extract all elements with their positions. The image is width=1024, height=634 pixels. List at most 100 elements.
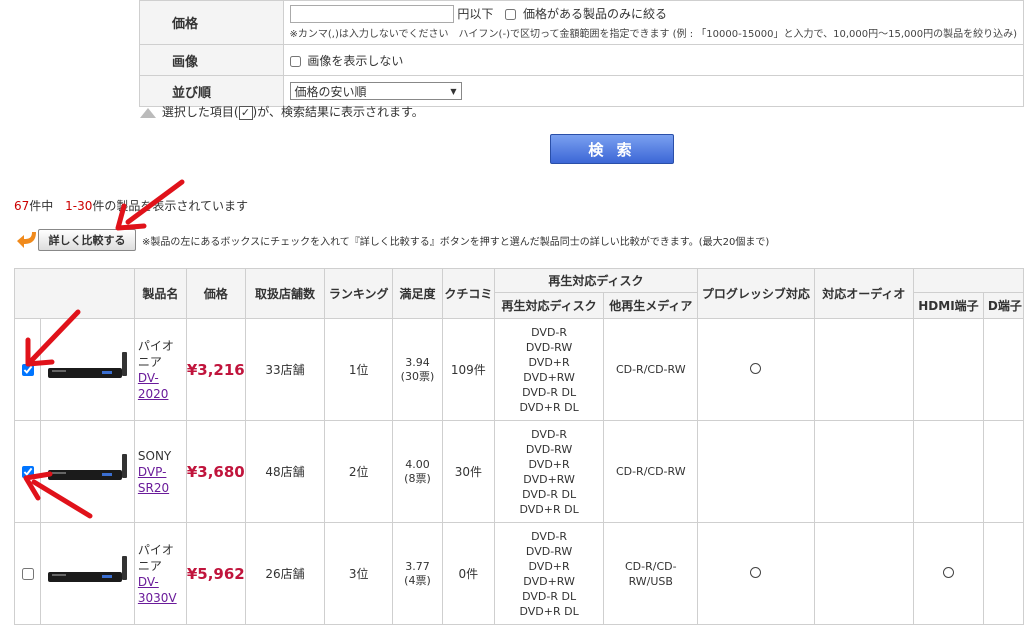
disc-item: DVD+RW	[523, 472, 575, 486]
col-name[interactable]: 製品名	[133, 268, 187, 319]
disc-item: DVD-R	[531, 529, 568, 543]
product-shops: 48店舗	[244, 420, 326, 523]
hdmi-cell	[913, 522, 984, 625]
satisfaction-score: 3.94	[405, 355, 430, 369]
disc-item: DVD+RW	[523, 574, 575, 588]
up-arrow-icon	[140, 107, 156, 118]
disc-item: DVD-R	[531, 325, 568, 339]
table-row: SONY DVP-SR20 ¥3,680 48店舗 2位 4.00 (8票) 3…	[14, 420, 1024, 523]
satisfaction-votes: (8票)	[404, 471, 431, 485]
audio-cell	[813, 522, 915, 625]
disc-item: DVD+R	[528, 457, 570, 471]
product-reviews: 109件	[441, 318, 495, 421]
disc-item: DVD-R DL	[522, 487, 577, 501]
sort-selected: 価格の安い順	[294, 84, 367, 99]
product-table: 製品名 価格 取扱店舗数 ランキング 満足度 クチコミ 再生対応ディスク プログ…	[14, 268, 1024, 625]
product-maker: パイオニア	[137, 338, 174, 369]
product-image[interactable]	[46, 452, 128, 488]
col-hdmi[interactable]: HDMI端子	[913, 292, 984, 319]
disc-item: DVD+R DL	[519, 604, 579, 618]
disc-item: DVD+R DL	[519, 502, 579, 516]
col-audio[interactable]: 対応オーディオ	[813, 268, 915, 319]
satisfaction-votes: (30票)	[400, 369, 435, 383]
range-count: 1-30	[65, 199, 93, 213]
product-rows: パイオニア DV-2020 ¥3,216 33店舗 1位 3.94 (30票) …	[14, 318, 1024, 625]
circle-icon	[942, 566, 954, 578]
disc-item: DVD+RW	[523, 370, 575, 384]
sort-select[interactable]: 価格の安い順 ▼	[289, 82, 462, 100]
disc-item: DVD-RW	[525, 442, 573, 456]
disc-item: DVD+R	[528, 559, 570, 573]
image-label: 画像	[139, 44, 284, 76]
hide-image-checkbox[interactable]	[289, 55, 301, 67]
product-shops: 26店舗	[244, 522, 326, 625]
product-maker: SONY	[137, 448, 172, 463]
check-icon: ✓	[238, 105, 253, 120]
audio-cell	[813, 318, 915, 421]
product-image[interactable]	[46, 554, 128, 590]
col-ranking[interactable]: ランキング	[324, 268, 394, 319]
product-image[interactable]	[46, 350, 128, 386]
col-shops[interactable]: 取扱店舗数	[244, 268, 326, 319]
result-count: 67件中 1-30件の製品を表示されています	[14, 197, 248, 214]
disc-item: DVD-RW	[525, 340, 573, 354]
product-price: ¥3,680	[185, 420, 246, 523]
disc-item: DVD-R	[531, 427, 568, 441]
other-media: CD-R/CD-RW	[603, 420, 699, 523]
product-model-link[interactable]: DV-3030V	[138, 575, 177, 605]
satisfaction-score: 4.00	[405, 457, 430, 471]
product-select-checkbox[interactable]	[21, 567, 34, 580]
total-count: 67	[14, 199, 30, 213]
disc-item: DVD-RW	[525, 544, 573, 558]
product-maker: パイオニア	[137, 542, 174, 573]
hdmi-cell	[913, 420, 984, 523]
product-model-link[interactable]: DV-2020	[138, 371, 169, 401]
col-progressive[interactable]: プログレッシブ対応	[697, 268, 815, 319]
col-disc[interactable]: 再生対応ディスク	[493, 292, 605, 319]
price-only-checkbox[interactable]	[505, 8, 517, 20]
satisfaction-score: 3.77	[405, 559, 430, 573]
price-label: 価格	[139, 0, 284, 45]
progressive-cell	[697, 318, 815, 421]
circle-icon	[750, 566, 762, 578]
circle-icon	[750, 362, 762, 374]
disc-item: DVD-R DL	[522, 589, 577, 603]
hdmi-cell	[913, 318, 984, 421]
col-disc-group: 再生対応ディスク	[493, 268, 699, 293]
other-media: CD-R/CD-RW/USB	[603, 522, 699, 625]
product-model-link[interactable]: DVP-SR20	[138, 465, 169, 495]
product-select-checkbox[interactable]	[21, 363, 34, 376]
search-button[interactable]: 検 索	[550, 134, 674, 164]
price-input[interactable]	[289, 5, 454, 24]
disc-list: DVD-R DVD-RW DVD+R DVD+RW DVD-R DL DVD+R DL	[493, 522, 605, 625]
product-reviews: 30件	[441, 420, 495, 523]
audio-cell	[813, 420, 915, 523]
price-note: ※カンマ(,)は入力しないでください ハイフン(-)で区切って金額範囲を指定でき…	[289, 29, 1018, 41]
sort-label: 並び順	[139, 75, 284, 107]
product-ranking: 2位	[324, 420, 394, 523]
col-other-media[interactable]: 他再生メディア	[603, 292, 699, 319]
orange-arrow-icon	[17, 232, 36, 248]
compare-button[interactable]: 詳しく比較する	[38, 229, 136, 251]
product-reviews: 0件	[441, 522, 495, 625]
range-suffix: 件の製品を表示されています	[92, 199, 249, 213]
other-media: CD-R/CD-RW	[603, 318, 699, 421]
d-terminal-cell	[982, 522, 1024, 625]
price-only-label: 価格がある製品のみに絞る	[523, 6, 668, 21]
d-terminal-cell	[982, 318, 1024, 421]
price-suffix: 円以下	[457, 6, 494, 21]
satisfaction-votes: (4票)	[404, 573, 431, 587]
product-select-checkbox[interactable]	[21, 465, 34, 478]
disc-item: DVD+R DL	[519, 400, 579, 414]
col-d-terminal[interactable]: D端子	[982, 292, 1024, 319]
col-satisfaction[interactable]: 満足度	[392, 268, 443, 319]
chevron-down-icon: ▼	[450, 86, 457, 96]
table-row: パイオニア DV-3030V ¥5,962 26店舗 3位 3.77 (4票) …	[14, 522, 1024, 625]
col-price[interactable]: 価格	[185, 268, 246, 319]
progressive-cell	[697, 420, 815, 523]
product-price: ¥5,962	[185, 522, 246, 625]
hide-image-label: 画像を表示しない	[307, 53, 404, 68]
col-reviews[interactable]: クチコミ	[441, 268, 495, 319]
disc-list: DVD-R DVD-RW DVD+R DVD+RW DVD-R DL DVD+R DL	[493, 420, 605, 523]
product-ranking: 3位	[324, 522, 394, 625]
